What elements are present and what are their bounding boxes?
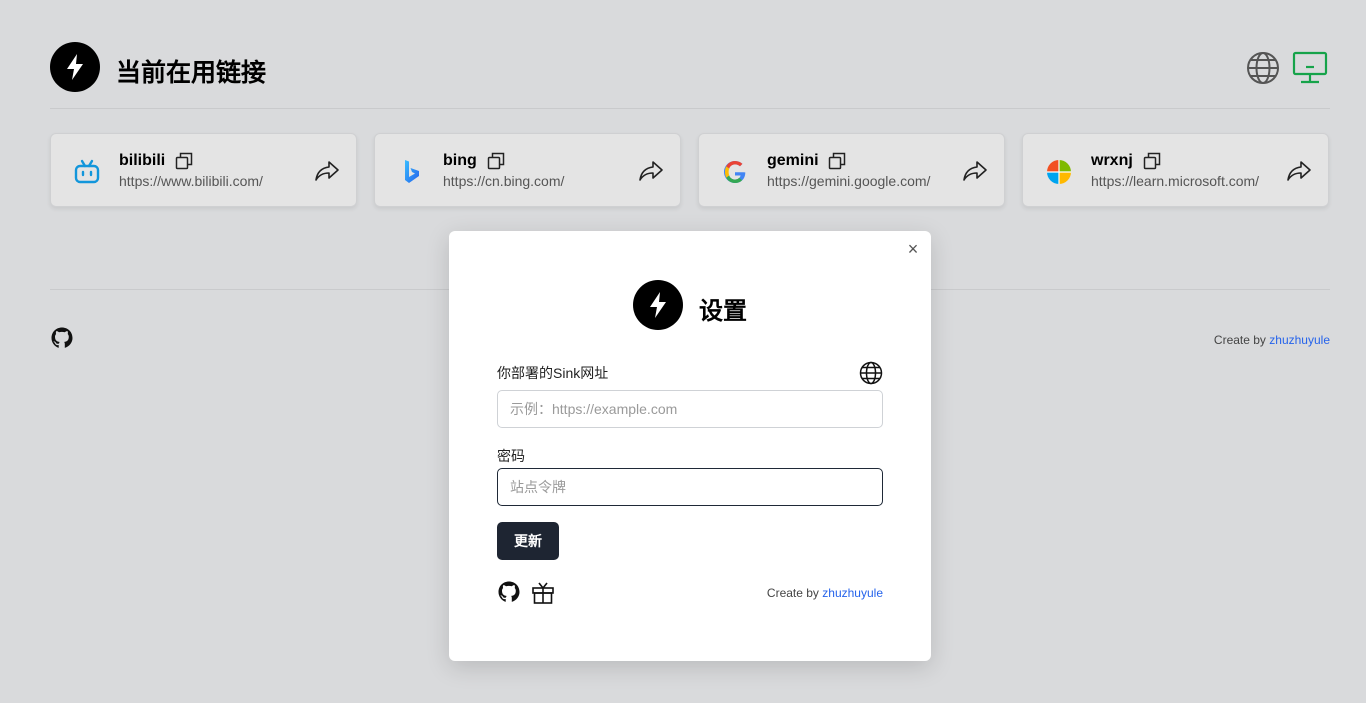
link-url: https://learn.microsoft.com/ bbox=[1091, 173, 1260, 189]
share-icon[interactable] bbox=[314, 160, 340, 182]
globe-icon[interactable] bbox=[859, 361, 883, 385]
page-title: 当前在用链接 bbox=[116, 59, 267, 87]
header: 当前在用链接 bbox=[50, 42, 1330, 92]
footer-credit: Create by zhuzhuyule bbox=[1214, 333, 1330, 347]
credit-prefix: Create by bbox=[766, 586, 819, 600]
dialog-logo bbox=[633, 280, 683, 330]
copy-icon[interactable] bbox=[1143, 152, 1161, 170]
password-label: 密码 bbox=[497, 448, 525, 464]
link-list: bilibili https://www.bilibili.com/ bing bbox=[50, 133, 1330, 207]
link-url: https://cn.bing.com/ bbox=[443, 173, 565, 189]
lightning-icon bbox=[67, 54, 83, 80]
password-input[interactable] bbox=[497, 468, 883, 506]
author-link[interactable]: zhuzhuyule bbox=[1269, 333, 1330, 347]
microsoft-icon bbox=[1047, 160, 1071, 184]
lightning-icon bbox=[650, 292, 666, 318]
credit-prefix: Create by bbox=[1213, 333, 1266, 347]
google-icon bbox=[724, 161, 746, 183]
github-icon[interactable] bbox=[50, 326, 74, 350]
share-icon[interactable] bbox=[638, 160, 664, 182]
github-icon[interactable] bbox=[497, 580, 521, 604]
share-icon[interactable] bbox=[962, 160, 988, 182]
link-card-bing[interactable]: bing https://cn.bing.com/ bbox=[374, 133, 681, 207]
globe-icon[interactable] bbox=[1246, 51, 1280, 85]
link-url: https://www.bilibili.com/ bbox=[119, 173, 263, 189]
copy-icon[interactable] bbox=[487, 152, 505, 170]
link-name: gemini bbox=[767, 152, 819, 169]
update-button[interactable]: 更新 bbox=[497, 522, 559, 560]
dialog-credit: Create by zhuzhuyule bbox=[767, 586, 883, 600]
gift-icon[interactable] bbox=[531, 580, 555, 604]
bing-icon bbox=[405, 160, 419, 183]
app-logo bbox=[50, 42, 100, 92]
settings-dialog: × 设置 你部署的Sink网址 密码 更新 Create by zhuzhuyu… bbox=[449, 231, 931, 661]
bilibili-icon bbox=[74, 159, 100, 184]
copy-icon[interactable] bbox=[175, 152, 193, 170]
header-divider bbox=[50, 108, 1330, 109]
author-link[interactable]: zhuzhuyule bbox=[822, 586, 883, 600]
link-name: bing bbox=[443, 152, 477, 169]
monitor-icon[interactable] bbox=[1292, 51, 1328, 85]
link-url: https://gemini.google.com/ bbox=[767, 173, 931, 189]
link-card-gemini[interactable]: gemini https://gemini.google.com/ bbox=[698, 133, 1005, 207]
link-card-wrxnj[interactable]: wrxnj https://learn.microsoft.com/ bbox=[1022, 133, 1329, 207]
url-label: 你部署的Sink网址 bbox=[497, 365, 609, 381]
copy-icon[interactable] bbox=[828, 152, 846, 170]
share-icon[interactable] bbox=[1286, 160, 1312, 182]
url-input[interactable] bbox=[497, 390, 883, 428]
link-card-bilibili[interactable]: bilibili https://www.bilibili.com/ bbox=[50, 133, 357, 207]
link-name: bilibili bbox=[119, 152, 166, 169]
dialog-title: 设置 bbox=[699, 298, 747, 325]
link-name: wrxnj bbox=[1091, 152, 1133, 169]
close-icon[interactable]: × bbox=[903, 239, 923, 259]
